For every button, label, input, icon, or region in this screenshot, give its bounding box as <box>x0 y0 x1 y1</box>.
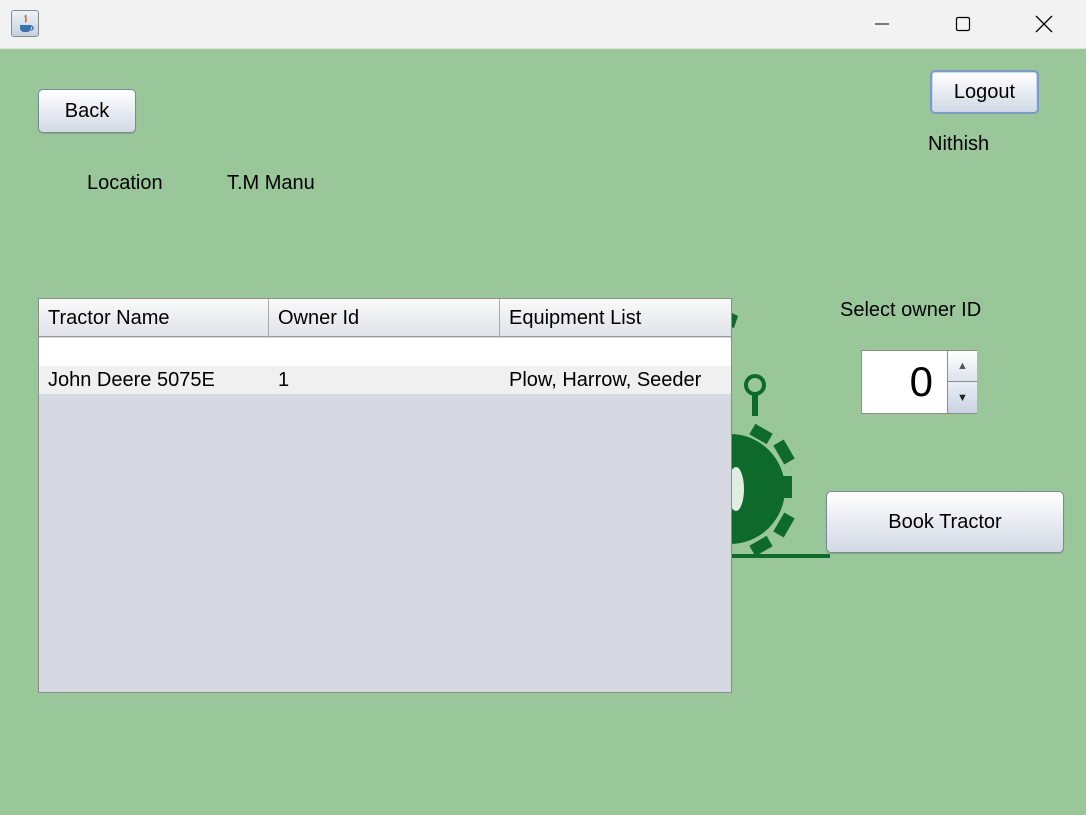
maximize-button[interactable] <box>923 0 1003 48</box>
spinner-up-button[interactable]: ▲ <box>948 351 977 382</box>
cell-equipment-list: Plow, Harrow, Seeder <box>509 368 702 391</box>
logout-button[interactable]: Logout <box>930 70 1039 114</box>
book-tractor-button[interactable]: Book Tractor <box>826 491 1064 553</box>
arrow-down-icon: ▼ <box>957 391 968 404</box>
owner-id-spinner[interactable]: 0 ▲ ▼ <box>861 350 977 414</box>
location-label: Location <box>87 172 163 194</box>
back-button[interactable]: Back <box>38 89 136 133</box>
spinner-buttons: ▲ ▼ <box>947 351 977 413</box>
minimize-button[interactable] <box>842 0 922 48</box>
main-panel: Back Logout Nithish Location T.M Manu Tr… <box>0 49 1086 815</box>
close-button[interactable] <box>1004 0 1084 48</box>
cell-owner-id: 1 <box>278 368 290 391</box>
column-header-owner-id[interactable]: Owner Id <box>269 299 500 337</box>
table-blank-row <box>39 338 731 366</box>
table-header: Tractor Name Owner Id Equipment List <box>39 299 731 337</box>
arrow-up-icon: ▲ <box>957 360 968 372</box>
minimize-icon <box>875 23 889 25</box>
cell-tractor-name: John Deere 5075E <box>48 368 215 391</box>
column-header-equipment-list[interactable]: Equipment List <box>500 299 731 337</box>
title-bar <box>0 0 1086 49</box>
maximize-icon <box>955 16 971 32</box>
owner-id-value[interactable]: 0 <box>862 351 947 413</box>
username-label: Nithish <box>928 133 990 155</box>
table-row[interactable]: John Deere 5075E 1 Plow, Harrow, Seeder <box>39 366 731 394</box>
close-icon <box>1035 15 1053 33</box>
tractor-table[interactable]: Tractor Name Owner Id Equipment List Joh… <box>38 298 732 693</box>
java-coffee-icon <box>11 10 39 37</box>
select-owner-label: Select owner ID <box>840 299 982 321</box>
spinner-down-button[interactable]: ▼ <box>948 382 977 413</box>
column-header-tractor-name[interactable]: Tractor Name <box>39 299 269 337</box>
location-value: T.M Manu <box>227 172 315 194</box>
